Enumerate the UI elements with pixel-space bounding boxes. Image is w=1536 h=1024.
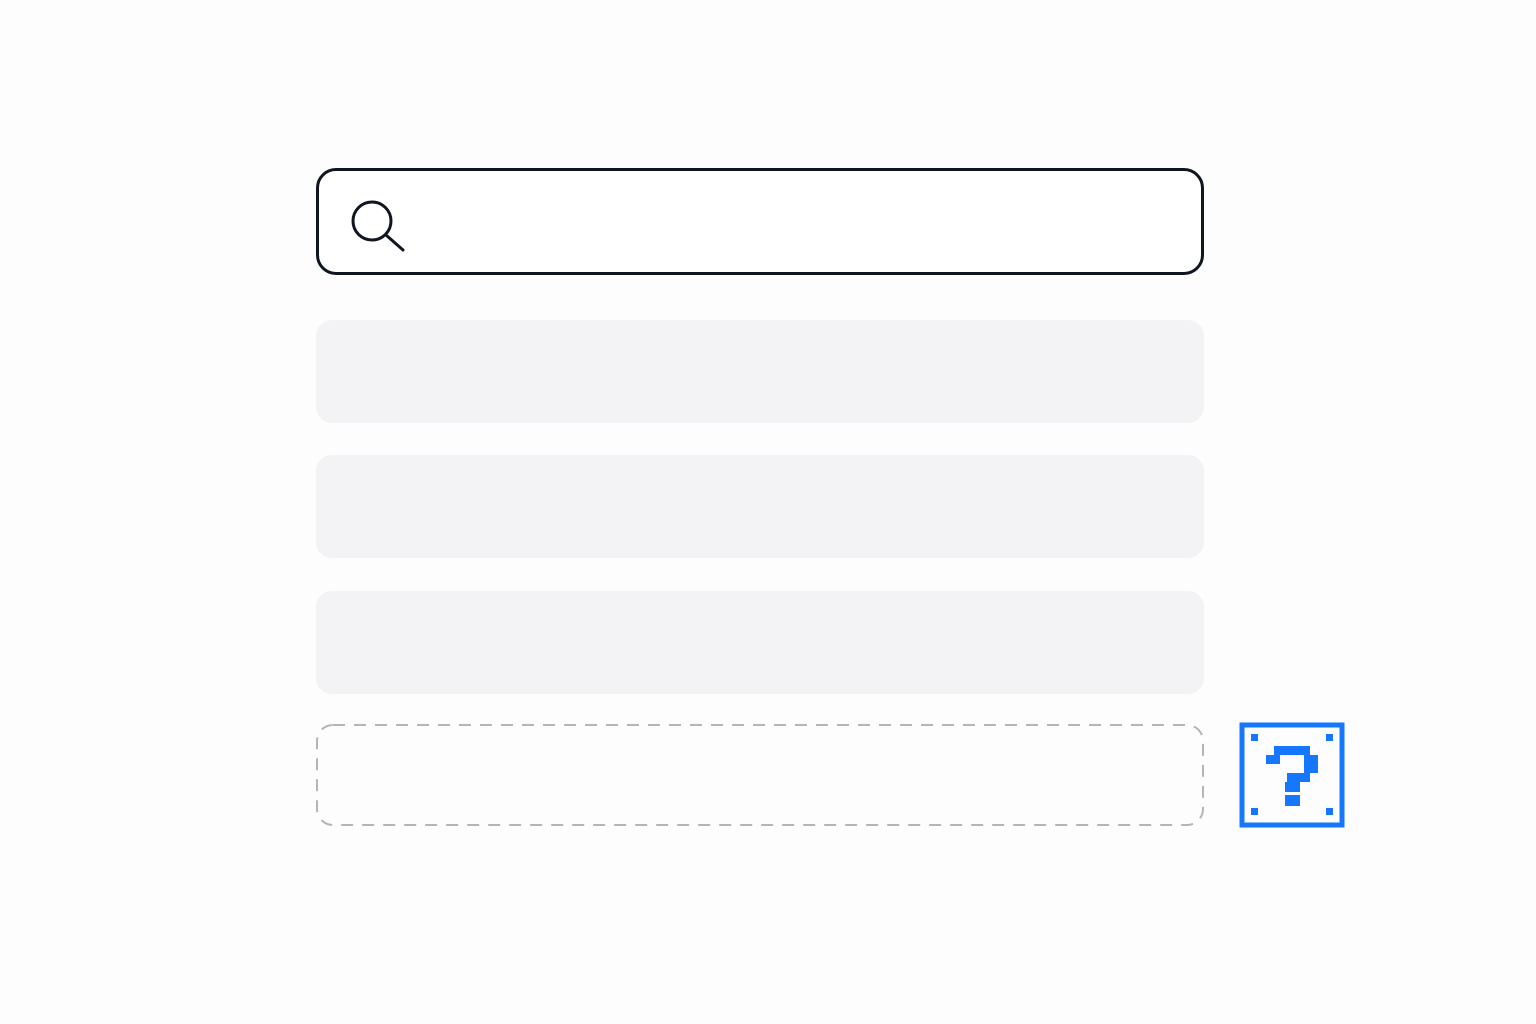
empty-result-slot [316,724,1204,826]
question-block-icon [1239,722,1345,828]
help-button[interactable] [1239,722,1345,828]
skeleton-list-item [316,320,1204,423]
skeleton-list-item [316,591,1204,694]
page [0,0,1536,1024]
search-input[interactable] [419,181,1177,262]
search-icon [351,200,405,252]
search-bar[interactable] [316,168,1204,275]
skeleton-list-item [316,455,1204,558]
